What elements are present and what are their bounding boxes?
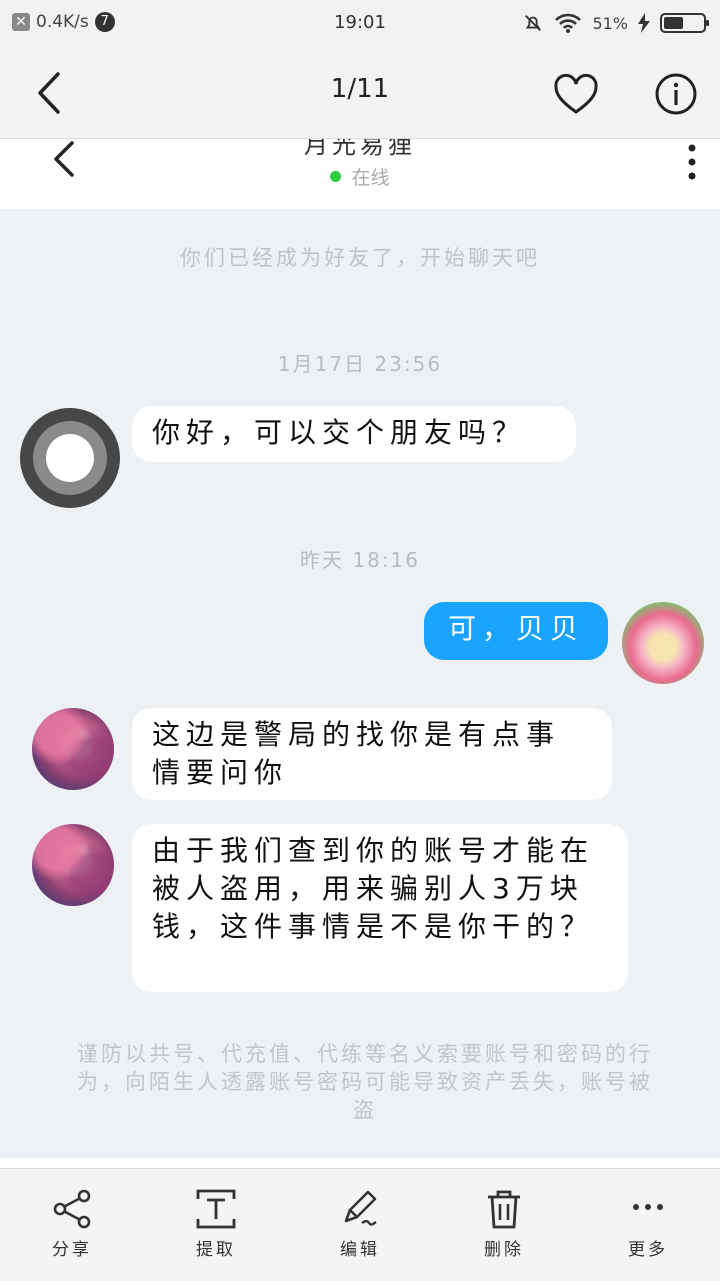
- timestamp: 昨天 18:16: [300, 548, 420, 572]
- trash-icon: [488, 1190, 520, 1229]
- online-status-label: 在线: [351, 167, 390, 189]
- share-label: 分享: [52, 1240, 92, 1260]
- more-label: 更多: [628, 1240, 668, 1260]
- battery-fill: [664, 17, 684, 29]
- delete-label: 删除: [484, 1240, 524, 1260]
- battery-icon: [660, 13, 709, 33]
- more-button[interactable]: 更多: [576, 1169, 720, 1281]
- message-bubble-outgoing: 可，贝贝: [424, 602, 608, 660]
- more-vertical-icon[interactable]: [684, 143, 700, 181]
- my-avatar[interactable]: [622, 602, 704, 684]
- message-bubble-incoming: 你好，可以交个朋友吗？: [132, 406, 576, 462]
- edit-icon: [344, 1190, 377, 1226]
- share-icon: [53, 1189, 91, 1229]
- wifi-icon: [555, 13, 582, 33]
- battery-percent: 51%: [592, 13, 628, 33]
- contact-name: 月光易狸: [304, 139, 416, 159]
- avatar[interactable]: [32, 708, 114, 790]
- timestamp: 1月17日 23:56: [277, 352, 443, 376]
- online-dot-icon: [330, 171, 342, 182]
- edit-button[interactable]: 编辑: [288, 1169, 432, 1281]
- extract-label: 提取: [196, 1240, 236, 1260]
- edit-label: 编辑: [340, 1240, 380, 1260]
- favorite-heart-icon[interactable]: [552, 72, 600, 116]
- extract-text-button[interactable]: 提取: [144, 1169, 288, 1281]
- share-button[interactable]: 分享: [0, 1169, 144, 1281]
- message-bubble-incoming: 这边是警局的找你是有点事情要问你: [132, 708, 612, 800]
- bottom-action-bar: 分享 提取 编辑 删除 更多: [0, 1168, 720, 1281]
- image-viewer-toolbar: 1/11: [0, 48, 720, 139]
- image-counter: 1/11: [330, 74, 390, 104]
- status-right: 51%: [522, 12, 709, 34]
- online-status: 在线: [0, 163, 720, 190]
- mute-bell-icon: [525, 15, 542, 31]
- chat-header: 月光易狸 在线: [0, 139, 720, 209]
- more-icon: [633, 1204, 663, 1210]
- text-extract-icon: [196, 1189, 236, 1229]
- security-warning: 谨防以共号、代充值、代练等名义索要账号和密码的行为，向陌生人透露账号密码可能导致…: [77, 1042, 653, 1122]
- friend-notice: 你们已经成为好友了，开始聊天吧: [180, 246, 540, 270]
- avatar[interactable]: [32, 824, 114, 906]
- assistive-touch-button[interactable]: [20, 408, 120, 508]
- charging-icon: [638, 13, 650, 33]
- info-icon[interactable]: [654, 72, 698, 116]
- message-bubble-incoming: 由于我们查到你的账号才能在被人盗用，用来骗别人3万块钱，这件事情是不是你干的？: [132, 824, 628, 992]
- delete-button[interactable]: 删除: [432, 1169, 576, 1281]
- status-bar: ✕ 0.4K/s 7 19:01 51%: [0, 0, 720, 48]
